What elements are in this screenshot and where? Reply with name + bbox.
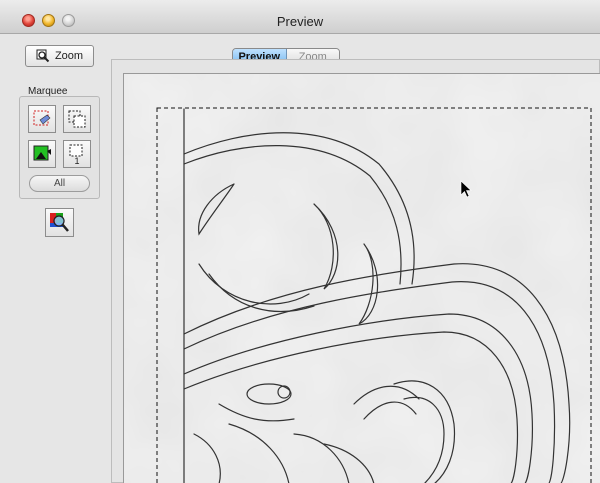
title-bar: Preview bbox=[0, 0, 600, 34]
window-title: Preview bbox=[276, 14, 324, 29]
zoom-icon bbox=[36, 49, 50, 63]
zoom-button-label: Zoom bbox=[54, 50, 84, 62]
scanned-drawing bbox=[124, 74, 600, 483]
preview-area[interactable] bbox=[123, 73, 600, 483]
all-button[interactable]: All bbox=[29, 175, 90, 192]
zoom-button[interactable]: Zoom bbox=[25, 45, 94, 67]
marquee-select-icon bbox=[33, 110, 51, 126]
marquee-select-tool[interactable] bbox=[28, 105, 56, 133]
marquee-copy-tool[interactable] bbox=[63, 105, 91, 133]
marquee-count-label: 1 bbox=[74, 156, 80, 166]
marquee-count-tool[interactable]: 1 bbox=[63, 140, 91, 168]
magnifier-button[interactable] bbox=[45, 208, 74, 237]
marquee-image-tool[interactable] bbox=[28, 140, 56, 168]
marquee-image-icon bbox=[33, 145, 51, 161]
magnifier-icon bbox=[50, 213, 69, 232]
marquee-copy-icon bbox=[68, 110, 86, 128]
